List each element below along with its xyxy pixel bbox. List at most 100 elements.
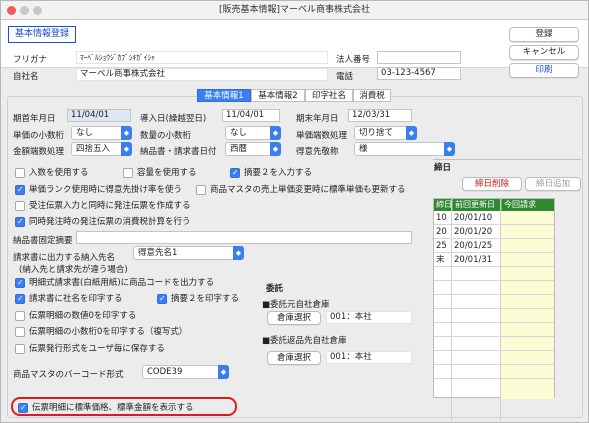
add-closing-button[interactable]: 締日追加	[525, 177, 581, 191]
fixed-summary-field[interactable]	[76, 231, 412, 244]
closing-divider	[433, 159, 581, 160]
corp-number-field[interactable]	[377, 51, 461, 64]
phone-field[interactable]: 03-123-4567	[377, 67, 461, 80]
check-icon	[15, 293, 25, 305]
save-slip-format-checkbox[interactable]: 伝票発行形式をユーザ毎に保存する	[15, 343, 165, 355]
print-product-code-checkbox[interactable]: 明細式請求書(白紙用紙)に商品コードを出力する	[15, 277, 214, 289]
tab-basic-info-1[interactable]: 基本情報1	[197, 89, 251, 102]
honorific-select[interactable]: 様 ◆	[354, 142, 455, 156]
unit-price-decimal-label: 単価の小数桁	[13, 131, 65, 141]
checkbox-box	[15, 168, 25, 178]
checkbox-box	[15, 201, 25, 211]
qty-decimal-select[interactable]: なし ◆	[225, 126, 281, 140]
table-row[interactable]	[434, 365, 554, 379]
print-summary2-label: 摘要２を印字する	[171, 294, 240, 304]
print-product-code-label: 明細式請求書(白紙用紙)に商品コードを出力する	[29, 278, 215, 288]
prev-update-cell: 20/01/31	[454, 255, 493, 265]
table-row[interactable]: 末 20/01/31	[434, 253, 554, 267]
table-row[interactable]: 20 20/01/20	[434, 225, 554, 239]
table-row[interactable]	[434, 267, 554, 281]
update-sales-price-checkbox[interactable]: 商品マスタの売上単価変更時に標準単価も更新する	[196, 184, 406, 196]
unit-price-decimal-select[interactable]: なし ◆	[71, 126, 132, 140]
check-icon	[15, 184, 25, 196]
honorific-label: 得意先敬称	[296, 147, 339, 157]
consign-source-label: ■委託元自社倉庫	[262, 300, 330, 310]
tab-consumption-tax[interactable]: 消費税	[353, 89, 391, 102]
consign-return-warehouse-button[interactable]: 倉庫選択	[267, 351, 321, 365]
barcode-value: CODE39	[147, 367, 183, 377]
cancel-button[interactable]: キャンセル	[509, 45, 579, 60]
close-window-icon[interactable]	[7, 6, 16, 15]
tax-calc-label: 同時発注時の発注伝票の消費税計算を行う	[29, 217, 191, 227]
furigana-field[interactable]: ﾏｰﾍﾞﾙｼｮｳｼﾞｶﾌﾞｼｷｶﾞｲｼｬ	[76, 51, 328, 64]
barcode-label: 商品マスタのバーコード形式	[13, 370, 124, 380]
minimize-window-icon[interactable]	[20, 6, 29, 15]
prev-update-cell: 20/01/25	[454, 241, 493, 251]
consign-return-label: ■委託返品先自社倉庫	[262, 336, 347, 346]
consign-return-warehouse-field: 001：本社	[326, 351, 412, 364]
summary2-input-label: 摘要２を入力する	[244, 168, 313, 178]
checkbox-box	[15, 327, 25, 337]
print-company-invoice-checkbox[interactable]: 請求書に社名を印字する	[15, 293, 123, 305]
unit-price-rounding-select[interactable]: 切り捨て ◆	[354, 126, 417, 140]
table-row[interactable]: 10 20/01/10	[434, 211, 554, 225]
company-name-field[interactable]: マーベル商事株式会社	[76, 68, 328, 81]
table-row[interactable]	[434, 337, 554, 351]
amount-rounding-select[interactable]: 四捨五入 ◆	[71, 142, 132, 156]
corp-number-label: 法人番号	[336, 55, 371, 65]
company-name-label: 自社名	[13, 72, 39, 82]
check-icon	[157, 293, 167, 305]
use-capacity-checkbox[interactable]: 容量を使用する	[123, 167, 197, 179]
summary2-input-checkbox[interactable]: 摘要２を入力する	[230, 167, 312, 179]
table-row[interactable]	[434, 379, 554, 393]
tab-print-company-name[interactable]: 印字社名	[305, 89, 353, 102]
dest-name-select[interactable]: 得意先名1 ◆	[133, 246, 244, 260]
qty-decimal-value: なし	[230, 128, 248, 138]
consign-source-warehouse-field: 001：本社	[326, 311, 412, 324]
dest-name-label: 請求書に出力する納入先名	[13, 253, 116, 263]
chevron-updown-icon: ◆	[444, 142, 455, 156]
print-decimal-zero-label: 伝票明細の小数桁0を印字する（複写式）	[29, 327, 188, 337]
closing-day-cell: 10	[436, 213, 447, 223]
save-slip-format-label: 伝票発行形式をユーザ毎に保存する	[29, 344, 165, 354]
table-row[interactable]	[434, 295, 554, 309]
auto-po-checkbox[interactable]: 受注伝票入力と同時に発注伝票を作成する	[15, 200, 191, 212]
rank-multiplier-checkbox[interactable]: 単価ランク使用時に得意先掛け率を使う	[15, 184, 182, 196]
table-row[interactable]	[434, 351, 554, 365]
print-decimal-zero-checkbox[interactable]: 伝票明細の小数桁0を印字する（複写式）	[15, 326, 187, 338]
table-row[interactable]: 25 20/01/25	[434, 239, 554, 253]
use-receipt-checkbox[interactable]: 入数を使用する	[15, 167, 89, 179]
tab-basic-info-2[interactable]: 基本情報2	[251, 89, 305, 102]
auto-po-label: 受注伝票入力と同時に発注伝票を作成する	[29, 201, 191, 211]
consign-source-warehouse-button[interactable]: 倉庫選択	[267, 311, 321, 325]
window-title: [販売基本情報]マーベル商事株式会社	[218, 5, 371, 15]
barcode-select[interactable]: CODE39 ◆	[142, 365, 229, 379]
update-sales-price-label: 商品マスタの売上単価変更時に標準単価も更新する	[210, 185, 406, 195]
screen-title: 基本情報登録	[8, 26, 76, 43]
table-row[interactable]	[434, 281, 554, 295]
app-window: [販売基本情報]マーベル商事株式会社 基本情報登録 フリガナ ﾏｰﾍﾞﾙｼｮｳｼ…	[0, 0, 589, 423]
closing-day-cell: 25	[436, 241, 447, 251]
amount-rounding-value: 四捨五入	[76, 144, 111, 154]
dest-name-sublabel: (納入先と請求先が違う場合)	[19, 265, 128, 275]
rank-multiplier-label: 単価ランク使用時に得意先掛け率を使う	[29, 185, 183, 195]
invoice-date-select[interactable]: 西暦 ◆	[225, 142, 281, 156]
print-company-invoice-label: 請求書に社名を印字する	[29, 294, 123, 304]
tax-calc-checkbox[interactable]: 同時発注時の発注伝票の消費税計算を行う	[15, 216, 191, 228]
prev-update-header: 前回更新日	[452, 199, 501, 211]
table-row[interactable]	[434, 323, 554, 337]
print-qty-zero-checkbox[interactable]: 伝票明細の数値0を印字する	[15, 310, 136, 322]
consign-title: 委託	[266, 284, 284, 294]
register-button[interactable]: 登録	[509, 27, 579, 42]
print-button[interactable]: 印刷	[509, 63, 579, 78]
unit-price-rounding-value: 切り捨て	[359, 128, 394, 138]
period-end-field[interactable]: 12/03/31	[348, 109, 412, 122]
zoom-window-icon[interactable]	[33, 6, 42, 15]
period-start-field[interactable]: 11/04/01	[67, 109, 131, 122]
intro-date-field[interactable]: 11/04/01	[222, 109, 280, 122]
period-end-label: 期末年月日	[296, 114, 339, 124]
table-row[interactable]	[434, 309, 554, 323]
print-summary2-checkbox[interactable]: 摘要２を印字する	[157, 293, 239, 305]
prev-update-cell: 20/01/20	[454, 227, 493, 237]
delete-closing-button[interactable]: 締日削除	[462, 177, 522, 191]
